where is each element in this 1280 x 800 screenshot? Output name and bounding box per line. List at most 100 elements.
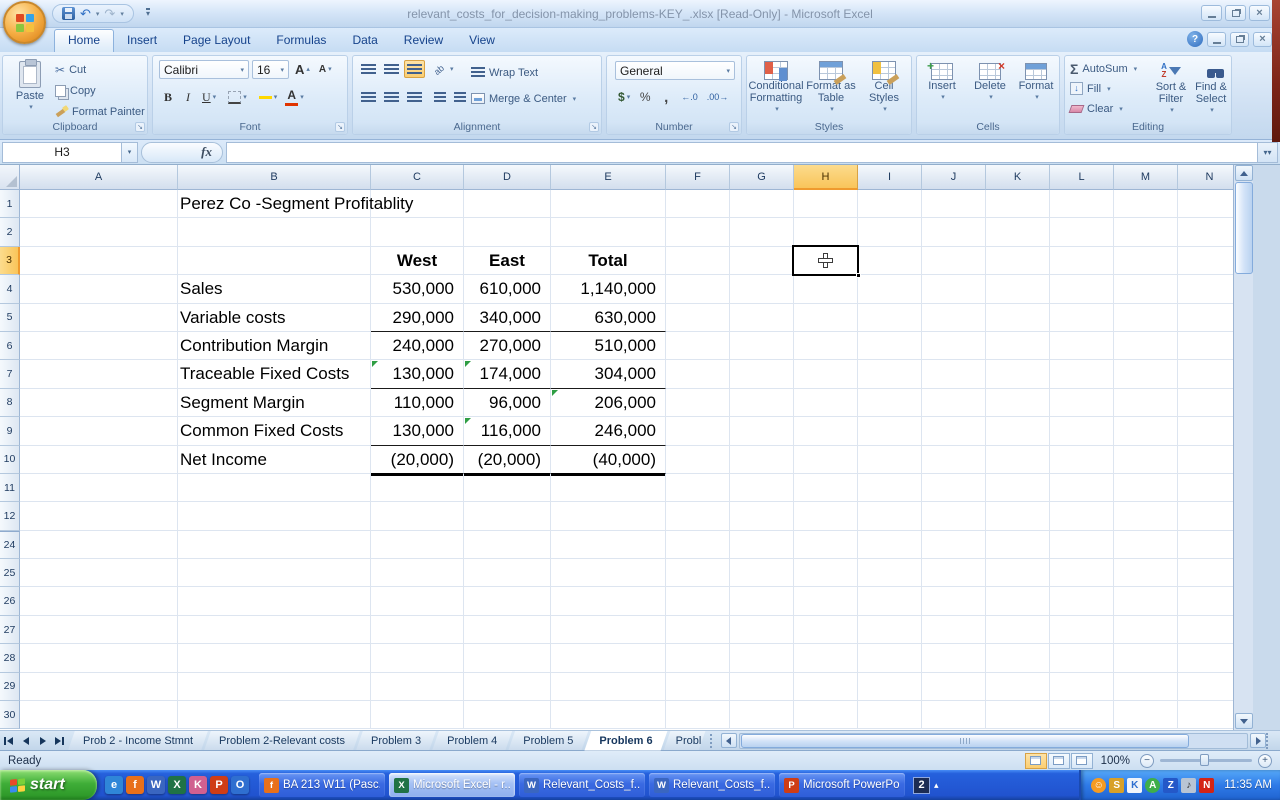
sort-filter-button[interactable]: AZ Sort & Filter ▾ [1151, 58, 1191, 117]
cell-H27[interactable] [794, 616, 858, 644]
cell-I10[interactable] [858, 446, 922, 474]
cell-J27[interactable] [922, 616, 986, 644]
page-layout-view-button[interactable] [1048, 753, 1070, 769]
start-button[interactable]: start [0, 770, 97, 800]
sheet-tab-probl[interactable]: Probl [664, 731, 706, 751]
tray-zonealarm-icon[interactable]: Z [1163, 778, 1178, 793]
cell-F24[interactable] [666, 531, 730, 559]
fill-handle[interactable] [856, 273, 861, 278]
cell-D29[interactable] [464, 673, 551, 701]
cell-E8[interactable]: 206,000 [551, 389, 666, 417]
cell-K26[interactable] [986, 587, 1050, 615]
column-header-B[interactable]: B [178, 165, 371, 190]
cell-J9[interactable] [922, 417, 986, 445]
cell-I2[interactable] [858, 218, 922, 246]
row-header-12[interactable]: 12 [0, 502, 20, 530]
cell-C30[interactable] [371, 701, 464, 729]
quicklaunch-outlook-icon[interactable]: O [231, 776, 249, 794]
cell-A26[interactable] [20, 587, 178, 615]
cell-B30[interactable] [178, 701, 371, 729]
clipboard-dialog-launcher[interactable]: ↘ [135, 122, 145, 132]
cell-L3[interactable] [1050, 247, 1114, 275]
task-button-microsoft-excel-r[interactable]: XMicrosoft Excel - r... [389, 773, 515, 797]
row-header-7[interactable]: 7 [0, 360, 20, 388]
cell-D7[interactable]: 174,000 [464, 360, 551, 388]
cell-K8[interactable] [986, 389, 1050, 417]
cell-L8[interactable] [1050, 389, 1114, 417]
row-header-10[interactable]: 10 [0, 446, 20, 474]
cell-H26[interactable] [794, 587, 858, 615]
cell-E27[interactable] [551, 616, 666, 644]
cell-D9[interactable]: 116,000 [464, 417, 551, 445]
wrap-text-button[interactable]: Wrap Text [471, 64, 538, 81]
cell-I12[interactable] [858, 502, 922, 530]
cell-F26[interactable] [666, 587, 730, 615]
increase-decimal-button[interactable]: ←.0 [678, 88, 701, 106]
top-align-button[interactable] [358, 60, 379, 78]
cell-F2[interactable] [666, 218, 730, 246]
cell-G25[interactable] [730, 559, 794, 587]
cell-C11[interactable] [371, 474, 464, 502]
cell-M12[interactable] [1114, 502, 1178, 530]
cell-M29[interactable] [1114, 673, 1178, 701]
cell-E6[interactable]: 510,000 [551, 332, 666, 360]
cell-M24[interactable] [1114, 531, 1178, 559]
font-size-combo[interactable]: 16▾ [252, 60, 289, 79]
cell-K9[interactable] [986, 417, 1050, 445]
ribbon-tab-data[interactable]: Data [339, 29, 390, 52]
cell-E11[interactable] [551, 474, 666, 502]
row-header-27[interactable]: 27 [0, 616, 20, 644]
number-dialog-launcher[interactable]: ↘ [729, 122, 739, 132]
row-header-8[interactable]: 8 [0, 389, 20, 417]
sheet-tab-problem-5[interactable]: Problem 5 [508, 731, 588, 751]
cell-K7[interactable] [986, 360, 1050, 388]
cell-A25[interactable] [20, 559, 178, 587]
cell-A27[interactable] [20, 616, 178, 644]
last-sheet-button[interactable] [51, 733, 68, 749]
customize-qat-icon[interactable]: ▾ [146, 8, 150, 17]
cell-H1[interactable] [794, 190, 858, 218]
cell-I9[interactable] [858, 417, 922, 445]
cell-K28[interactable] [986, 644, 1050, 672]
cell-K29[interactable] [986, 673, 1050, 701]
increase-indent-button[interactable] [451, 88, 469, 106]
cell-C24[interactable] [371, 531, 464, 559]
alignment-dialog-launcher[interactable]: ↘ [589, 122, 599, 132]
merge-center-button[interactable]: Merge & Center▾ [471, 90, 576, 107]
bold-button[interactable]: B [159, 88, 177, 106]
column-header-A[interactable]: A [20, 165, 178, 190]
cell-I30[interactable] [858, 701, 922, 729]
cell-D28[interactable] [464, 644, 551, 672]
cell-F25[interactable] [666, 559, 730, 587]
column-header-C[interactable]: C [371, 165, 464, 190]
fill-color-button[interactable]: ▾ [256, 88, 281, 106]
cell-D2[interactable] [464, 218, 551, 246]
cell-J25[interactable] [922, 559, 986, 587]
ribbon-tab-page-layout[interactable]: Page Layout [170, 29, 263, 52]
cell-C28[interactable] [371, 644, 464, 672]
cell-E7[interactable]: 304,000 [551, 360, 666, 388]
cell-B25[interactable] [178, 559, 371, 587]
cell-D5[interactable]: 340,000 [464, 304, 551, 332]
minimize-button[interactable] [1201, 5, 1222, 21]
cell-L29[interactable] [1050, 673, 1114, 701]
row-header-24[interactable]: 24 [0, 531, 20, 559]
sheet-tab-problem-2-relevant-costs[interactable]: Problem 2-Relevant costs [204, 731, 360, 751]
cell-J24[interactable] [922, 531, 986, 559]
cell-E30[interactable] [551, 701, 666, 729]
cell-K5[interactable] [986, 304, 1050, 332]
cell-B12[interactable] [178, 502, 371, 530]
cell-E9[interactable]: 246,000 [551, 417, 666, 445]
cell-M1[interactable] [1114, 190, 1178, 218]
cell-L26[interactable] [1050, 587, 1114, 615]
sheet-tab-problem-4[interactable]: Problem 4 [432, 731, 512, 751]
cell-L27[interactable] [1050, 616, 1114, 644]
shrink-font-button[interactable]: A▾ [316, 60, 335, 78]
cell-J30[interactable] [922, 701, 986, 729]
cell-I24[interactable] [858, 531, 922, 559]
cell-H30[interactable] [794, 701, 858, 729]
previous-sheet-button[interactable] [17, 733, 34, 749]
underline-button[interactable]: U▾ [199, 88, 219, 106]
cell-H6[interactable] [794, 332, 858, 360]
cell-F10[interactable] [666, 446, 730, 474]
